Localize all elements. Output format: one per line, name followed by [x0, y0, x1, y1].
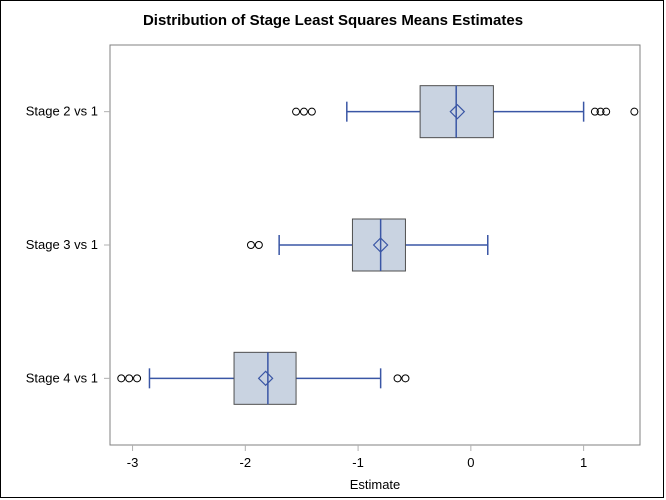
y-tick-label: Stage 4 vs 1	[26, 370, 98, 385]
y-tick-label: Stage 3 vs 1	[26, 237, 98, 252]
outlier-marker	[247, 242, 254, 249]
x-tick-label: -1	[352, 455, 364, 470]
outlier-marker	[394, 375, 401, 382]
y-tick-label: Stage 2 vs 1	[26, 104, 98, 119]
x-tick-label: -2	[240, 455, 252, 470]
outlier-marker	[118, 375, 125, 382]
outlier-marker	[126, 375, 133, 382]
outlier-marker	[631, 108, 638, 115]
boxplot-svg: -3 -2 -1 0 1 Estimate Stage 2 vs 1 Stage 3 vs 1…	[0, 0, 666, 500]
outlier-marker	[255, 242, 262, 249]
outlier-marker	[293, 108, 300, 115]
outlier-marker	[308, 108, 315, 115]
outlier-marker	[300, 108, 307, 115]
outlier-marker	[134, 375, 141, 382]
box	[352, 219, 405, 271]
box	[234, 352, 296, 404]
x-tick-label: 1	[580, 455, 587, 470]
x-tick-label: 0	[467, 455, 474, 470]
outlier-marker	[402, 375, 409, 382]
x-tick-label: -3	[127, 455, 139, 470]
x-axis-label: Estimate	[350, 477, 401, 492]
